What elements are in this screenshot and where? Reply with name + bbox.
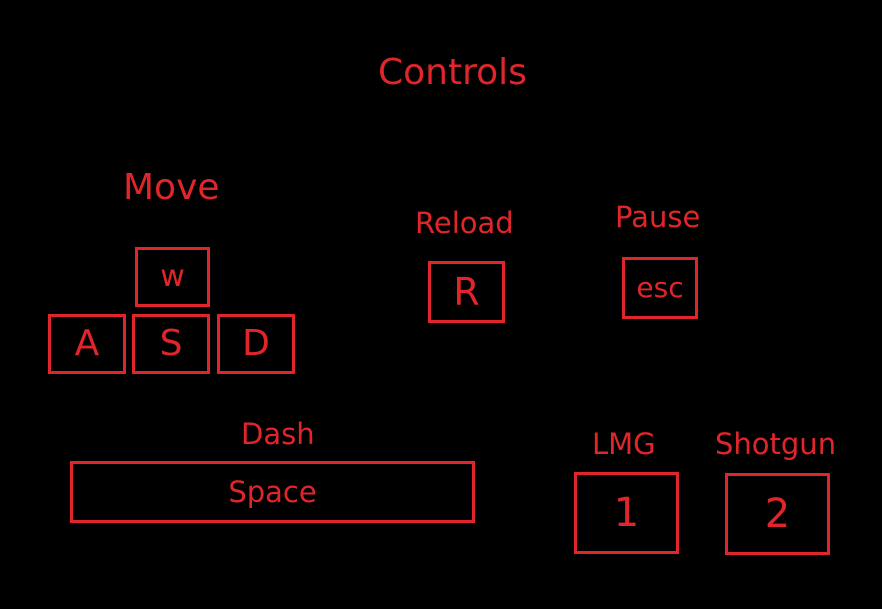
pause-label: Pause: [615, 200, 701, 234]
dash-label: Dash: [241, 417, 315, 451]
move-label: Move: [123, 167, 220, 208]
key-1: 1: [574, 472, 679, 554]
key-space: Space: [70, 461, 475, 523]
shotgun-label: Shotgun: [715, 427, 837, 461]
key-s: S: [132, 314, 210, 374]
key-d: D: [217, 314, 295, 374]
key-r: R: [428, 261, 505, 323]
key-2: 2: [725, 473, 830, 555]
key-esc: esc: [622, 257, 698, 319]
key-w: w: [135, 247, 210, 307]
controls-screen: Controls Move w A S D Reload R Pause esc…: [0, 0, 882, 609]
key-a: A: [48, 314, 126, 374]
lmg-label: LMG: [592, 427, 656, 461]
reload-label: Reload: [415, 206, 514, 240]
page-title: Controls: [378, 52, 527, 93]
